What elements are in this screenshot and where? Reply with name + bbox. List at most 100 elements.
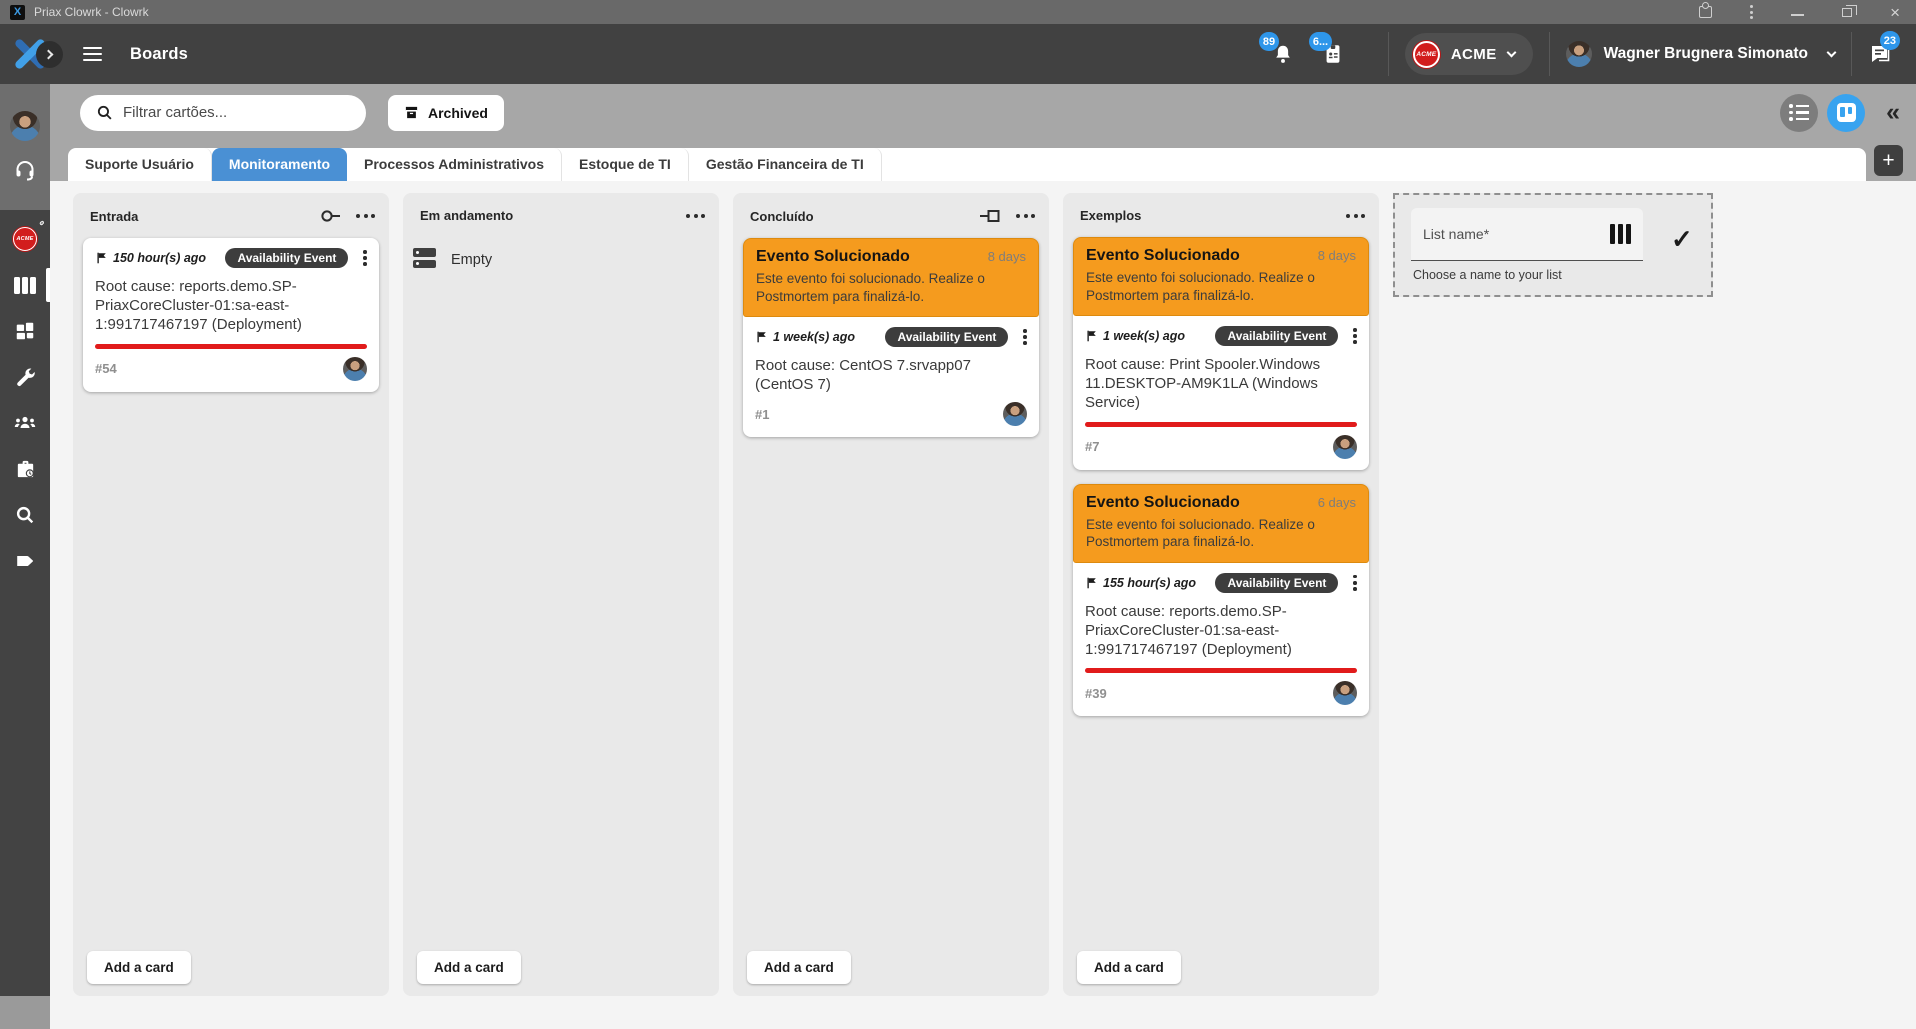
add-card-button[interactable]: Add a card <box>1077 951 1181 984</box>
search-icon <box>96 104 113 121</box>
banner-body: Este evento foi solucionado. Realize o P… <box>1086 516 1356 551</box>
column-menu-icon[interactable] <box>1346 214 1365 218</box>
list-view-button[interactable] <box>1780 94 1818 132</box>
sidebar-item-boards[interactable] <box>0 272 50 298</box>
close-button[interactable]: × <box>1890 4 1900 21</box>
card-tag-badge[interactable]: Availability Event <box>885 327 1008 347</box>
approvals-button[interactable]: 6... <box>1322 43 1344 65</box>
sidebar-footer-gap <box>0 996 50 1029</box>
card-tag-badge[interactable]: Availability Event <box>225 248 348 268</box>
drag-grip-icon[interactable] <box>1610 224 1631 244</box>
extensions-icon[interactable] <box>1699 6 1712 18</box>
add-card-button[interactable]: Add a card <box>87 951 191 984</box>
chevron-down-icon[interactable] <box>342 106 352 116</box>
card-number: #7 <box>1085 439 1099 454</box>
tab-suporte-usuario[interactable]: Suporte Usuário <box>68 148 212 181</box>
sidebar: ACME ⚙ <box>0 84 50 996</box>
user-menu[interactable]: Wagner Brugnera Simonato <box>1566 41 1835 67</box>
card-title: Root cause: reports.demo.SP-PriaxCoreClu… <box>95 277 367 335</box>
assignee-avatar[interactable] <box>1003 402 1027 426</box>
notifications-button[interactable]: 89 <box>1272 43 1294 65</box>
tag-icon <box>14 550 36 572</box>
card-resolution-banner: Evento Solucionado 8 days Este evento fo… <box>743 238 1039 317</box>
org-logo-icon: ACME ⚙ <box>13 227 37 251</box>
collapse-panel-icon[interactable]: « <box>1886 100 1900 125</box>
archive-icon <box>404 105 419 120</box>
banner-age: 8 days <box>1318 248 1356 263</box>
list-name-input[interactable] <box>1423 226 1610 242</box>
org-selector[interactable]: ACME ACME <box>1405 33 1533 75</box>
tab-gestao-financeira-de-ti[interactable]: Gestão Financeira de TI <box>689 148 882 181</box>
tab-estoque-de-ti[interactable]: Estoque de TI <box>562 148 689 181</box>
column-menu-icon[interactable] <box>356 214 375 218</box>
page-title: Boards <box>130 45 188 64</box>
column-title: Concluído <box>750 209 814 224</box>
list-view-icon <box>1789 104 1809 121</box>
card-tag-badge[interactable]: Availability Event <box>1215 573 1338 593</box>
wrench-icon <box>14 366 37 389</box>
card-tag-badge[interactable]: Availability Event <box>1215 326 1338 346</box>
add-board-button[interactable]: + <box>1874 145 1903 176</box>
confirm-list-icon[interactable]: ✓ <box>1671 224 1693 255</box>
browser-menu-icon[interactable] <box>1750 5 1753 19</box>
menu-icon[interactable] <box>83 47 102 62</box>
assignee-avatar[interactable] <box>1333 681 1357 705</box>
banner-body: Este evento foi solucionado. Realize o P… <box>1086 269 1356 304</box>
sidebar-expand-button[interactable] <box>36 41 63 68</box>
banner-age: 6 days <box>1318 495 1356 510</box>
card-progress-bar <box>95 344 367 349</box>
people-icon <box>13 411 37 435</box>
list-name-field[interactable] <box>1411 208 1643 261</box>
filter-cards-input[interactable] <box>123 104 333 121</box>
org-name: ACME <box>1451 46 1497 63</box>
card-menu-icon[interactable] <box>363 250 367 266</box>
sidebar-item-dashboard[interactable] <box>0 318 50 344</box>
sidebar-item-search[interactable] <box>0 502 50 528</box>
kanban-card[interactable]: Evento Solucionado 8 days Este evento fo… <box>1073 237 1369 470</box>
card-menu-icon[interactable] <box>1353 328 1357 344</box>
column-menu-icon[interactable] <box>686 214 705 218</box>
list-name-helper: Choose a name to your list <box>1411 268 1643 282</box>
filter-cards-combobox[interactable] <box>80 95 366 131</box>
column-em-andamento: Em andamento Empty Add a card <box>403 193 719 996</box>
kanban-view-button[interactable] <box>1827 94 1865 132</box>
card-menu-icon[interactable] <box>1023 329 1027 345</box>
kanban-columns-icon <box>14 277 36 294</box>
column-menu-icon[interactable] <box>1016 214 1035 218</box>
archived-label: Archived <box>428 105 488 121</box>
column-entrada: Entrada 150 hour(s) ago <box>73 193 389 996</box>
card-age: 155 hour(s) ago <box>1103 576 1196 590</box>
card-number: #1 <box>755 407 769 422</box>
card-menu-icon[interactable] <box>1353 575 1357 591</box>
column-exemplos: Exemplos Evento Solucionado 8 days Este … <box>1063 193 1379 996</box>
assignee-avatar[interactable] <box>343 357 367 381</box>
chevron-down-icon <box>1506 47 1516 57</box>
sidebar-item-support[interactable] <box>0 157 50 183</box>
add-card-button[interactable]: Add a card <box>417 951 521 984</box>
sidebar-item-org-settings[interactable]: ACME ⚙ <box>0 226 50 252</box>
assignee-avatar[interactable] <box>1333 435 1357 459</box>
chevron-down-icon <box>1827 47 1837 57</box>
sidebar-item-tags[interactable] <box>0 548 50 574</box>
card-title: Root cause: reports.demo.SP-PriaxCoreClu… <box>1085 602 1357 660</box>
swimlane-toggle-icon[interactable] <box>320 208 341 224</box>
chat-button[interactable]: 23 <box>1868 42 1892 66</box>
archived-button[interactable]: Archived <box>388 95 504 131</box>
column-title: Entrada <box>90 209 138 224</box>
kanban-card[interactable]: Evento Solucionado 6 days Este evento fo… <box>1073 484 1369 717</box>
app-header: Boards 89 6... ACME ACME <box>0 24 1916 84</box>
sidebar-item-tools[interactable] <box>0 364 50 390</box>
collapse-list-icon[interactable] <box>979 208 1001 224</box>
card-age: 150 hour(s) ago <box>113 251 206 265</box>
add-card-button[interactable]: Add a card <box>747 951 851 984</box>
minimize-button[interactable] <box>1791 14 1804 16</box>
kanban-card[interactable]: Evento Solucionado 8 days Este evento fo… <box>743 238 1039 437</box>
sidebar-pinned-section <box>0 84 50 210</box>
tab-monitoramento[interactable]: Monitoramento <box>212 148 347 181</box>
sidebar-item-teams[interactable] <box>0 410 50 436</box>
sidebar-item-workload[interactable] <box>0 456 50 482</box>
kanban-card[interactable]: 150 hour(s) ago Availability Event Root … <box>83 238 379 392</box>
tab-processos-administrativos[interactable]: Processos Administrativos <box>347 148 562 181</box>
sidebar-user-avatar[interactable] <box>10 111 40 141</box>
restore-button[interactable] <box>1842 8 1852 17</box>
